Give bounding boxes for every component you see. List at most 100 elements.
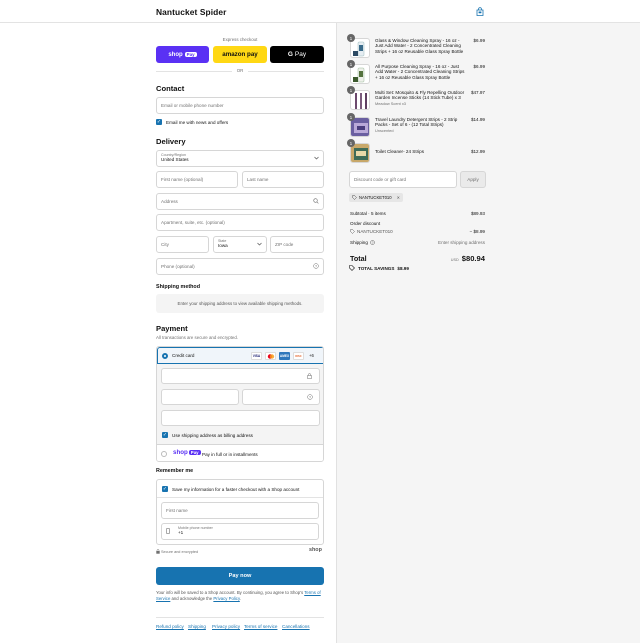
apartment-field[interactable]: Apartment, suite, etc. (optional) — [156, 214, 324, 231]
privacy-policy-link[interactable]: Privacy Policy — [213, 596, 239, 601]
credit-card-radio[interactable] — [162, 353, 168, 359]
first-name-field[interactable]: First name (optional) — [156, 171, 238, 188]
tag-icon — [350, 229, 355, 234]
store-logo[interactable]: Nantucket Spider — [156, 7, 226, 17]
footer-link-privacy[interactable]: Privacy policy — [212, 624, 240, 629]
help-icon[interactable]: ? — [370, 240, 375, 245]
billing-checkbox[interactable]: ✓ — [162, 432, 168, 438]
last-name-field[interactable]: Last name — [242, 171, 324, 188]
shop-pay-logo-text: shop — [173, 449, 188, 456]
help-icon[interactable]: ? — [313, 263, 319, 269]
email-field[interactable]: Email or mobile phone number — [156, 97, 324, 114]
savings-label: TOTAL SAVINGS — [358, 265, 395, 271]
quantity-badge: 1 — [347, 34, 355, 42]
total-value: $80.94 — [461, 254, 485, 263]
zip-field[interactable]: ZIP code — [270, 236, 324, 253]
shipping-label: Shipping — [350, 240, 368, 245]
footer-link-cancellations[interactable]: Cancellations — [282, 624, 310, 629]
item-name: Multi Set: Mosquito & Fly Repelling Outd… — [375, 90, 467, 106]
city-field[interactable]: City — [156, 236, 209, 253]
svg-text:?: ? — [372, 241, 374, 245]
shop-pay-button[interactable]: shop Pay — [156, 46, 209, 63]
payment-methods-box: Credit card VISA AMEX DISC +6 ? ✓ Use sh… — [156, 346, 324, 462]
apply-discount-button[interactable]: Apply — [460, 171, 486, 188]
discount-tag: NANTUCKET010 ✕ — [349, 193, 404, 202]
quantity-badge: 1 — [347, 86, 355, 94]
shop-pay-option[interactable]: shop Pay Pay in full or in installments — [157, 444, 323, 461]
quantity-badge: 1 — [347, 60, 355, 68]
order-summary-column — [336, 23, 640, 643]
chevron-down-icon — [257, 242, 262, 246]
help-icon[interactable]: ? — [307, 394, 313, 400]
save-info-checkbox[interactable]: ✓ — [162, 486, 168, 492]
subtotal-row: Subtotal · 5 items $89.93 — [350, 211, 485, 216]
payment-heading: Payment — [156, 324, 188, 333]
mobile-number-field[interactable]: Mobile phone number +1 — [161, 523, 319, 540]
shop-pay-logo: shop Pay — [173, 449, 201, 456]
credit-card-label: Credit card — [172, 353, 195, 358]
more-brands-label: +6 — [309, 353, 314, 358]
expiry-field[interactable] — [161, 389, 239, 405]
shop-pay-logo-pill: Pay — [188, 450, 201, 455]
discount-code-field[interactable]: Discount code or gift card — [349, 171, 457, 188]
news-checkbox[interactable]: ✓ — [156, 119, 162, 125]
tag-icon — [352, 195, 357, 200]
cart-item: 1 Travel Laundry Detergent Strips - 2 St… — [347, 113, 485, 137]
footer-link-refund[interactable]: Refund policy — [156, 624, 184, 629]
item-name: Travel Laundry Detergent Strips - 2 Stri… — [375, 117, 467, 133]
google-pay-text: Pay — [294, 51, 307, 58]
remember-me-box: ✓ Save my information for a faster check… — [156, 479, 324, 545]
item-price: $6.99 — [473, 38, 486, 43]
legal-text-1: Your info will be saved to a Shop accoun… — [156, 590, 304, 595]
country-select[interactable]: Country/Region United States — [156, 150, 324, 167]
cart-item: 1 Toilet Cleaner- 24 Strips $12.99 — [347, 139, 485, 165]
country-value: United States — [161, 157, 189, 162]
google-pay-button[interactable]: G Pay — [270, 46, 324, 63]
lock-icon — [156, 549, 160, 554]
quantity-badge: 1 — [347, 139, 355, 147]
currency-label: USD — [450, 258, 459, 262]
legal-text: Your info will be saved to a Shop accoun… — [156, 590, 324, 602]
credit-card-option[interactable]: Credit card VISA AMEX DISC +6 — [157, 347, 323, 364]
footer-divider — [156, 617, 324, 618]
subtotal-label: Subtotal · 5 items — [350, 211, 386, 216]
mobile-phone-icon — [166, 528, 170, 534]
discount-tag-code: NANTUCKET010 — [359, 195, 392, 200]
or-label: OR — [232, 68, 248, 73]
cart-item: 1 Multi Set: Mosquito & Fly Repelling Ou… — [347, 86, 485, 116]
cart-item: 1 All Purpose Cleaning Spray - 16 oz - J… — [347, 60, 485, 86]
lock-icon — [307, 373, 312, 379]
shop-first-name-field[interactable]: First name — [161, 502, 319, 519]
order-discount-label: Order discount — [350, 221, 381, 226]
shop-pay-installments-label: Pay in full or in installments — [202, 451, 258, 457]
footer-link-shipping[interactable]: Shipping — [188, 624, 206, 629]
item-name: All Purpose Cleaning Spray - 16 oz - Jus… — [375, 64, 465, 80]
total-savings: TOTAL SAVINGS $8.99 — [349, 265, 409, 271]
remember-me-heading: Remember me — [156, 468, 194, 474]
address-field[interactable]: Address — [156, 193, 324, 210]
mobile-value: +1 — [178, 530, 184, 535]
visa-icon: VISA — [251, 352, 262, 360]
remove-discount-icon[interactable]: ✕ — [397, 195, 401, 200]
discount-code-row: NANTUCKET010 − $8.99 — [350, 229, 485, 234]
shopping-bag-icon[interactable] — [476, 7, 484, 16]
phone-field[interactable]: Phone (optional) — [156, 258, 324, 275]
shop-pay-radio[interactable] — [161, 451, 167, 457]
name-on-card-field[interactable] — [161, 410, 320, 426]
search-icon — [313, 198, 319, 204]
page-header: Nantucket Spider — [0, 0, 640, 23]
shipping-method-heading: Shipping method — [156, 284, 201, 290]
payment-subtitle: All transactions are secure and encrypte… — [156, 335, 239, 340]
savings-value: $8.99 — [397, 265, 409, 271]
express-checkout-label: Express checkout — [222, 37, 258, 42]
legal-text-end: . — [239, 595, 241, 601]
amazon-pay-button[interactable]: amazon pay — [213, 46, 267, 63]
shipping-row: Shipping? Enter shipping address — [350, 240, 485, 245]
mastercard-icon — [265, 352, 276, 360]
card-number-field[interactable] — [161, 368, 320, 384]
save-info-label: Save my information for a faster checkou… — [172, 486, 300, 492]
total-label: Total — [350, 254, 367, 263]
footer-link-terms[interactable]: Terms of service — [244, 624, 277, 629]
pay-now-button[interactable]: Pay now — [156, 567, 324, 585]
item-variant: Unscented — [375, 127, 394, 133]
